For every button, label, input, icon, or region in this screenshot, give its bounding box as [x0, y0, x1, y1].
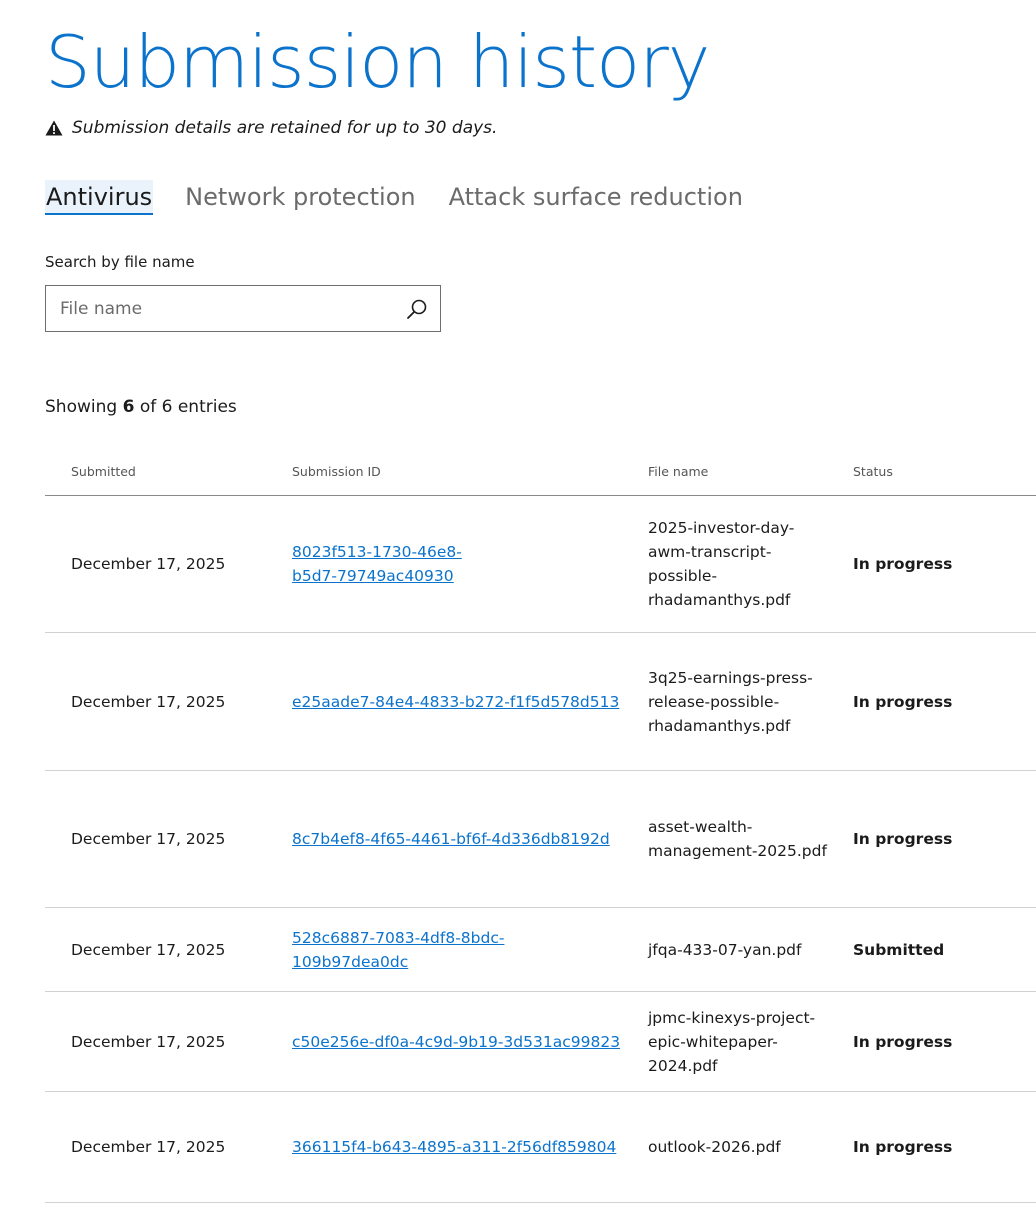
status-value: Submitted — [853, 907, 1036, 992]
retention-notice: Submission details are retained for up t… — [45, 118, 497, 138]
tab-antivirus[interactable]: Antivirus — [45, 180, 154, 215]
status-value: In progress — [853, 991, 1036, 1092]
table-row: December 17, 2025 e25aade7-84e4-4833-b27… — [45, 632, 1036, 771]
search-box — [45, 285, 441, 332]
file-name: outlook-2026.pdf — [648, 1138, 781, 1156]
entries-count-suffix: of 6 entries — [139, 397, 237, 417]
file-name: 2025-investor-day-awm-transcript-possibl… — [648, 519, 795, 609]
column-header-submitted[interactable]: Submitted — [45, 448, 292, 496]
entries-count-shown: 6 — [122, 397, 135, 417]
submission-id-line: 528c6887-7083-4df8-8bdc- — [292, 928, 505, 947]
column-header-status[interactable]: Status — [853, 448, 1036, 496]
submission-id-link[interactable]: 8c7b4ef8-4f65-4461-bf6f-4d336db8192d — [292, 830, 610, 848]
table-row: December 17, 2025 c50e256e-df0a-4c9d-9b1… — [45, 991, 1036, 1092]
submission-id-link[interactable]: 8023f513-1730-46e8- b5d7-79749ac40930 — [292, 543, 462, 585]
retention-notice-text: Submission details are retained for up t… — [72, 118, 498, 138]
table-row: December 17, 2025 528c6887-7083-4df8-8bd… — [45, 907, 1036, 992]
search-label: Search by file name — [45, 253, 195, 271]
search-icon[interactable] — [406, 298, 428, 320]
status-value: In progress — [853, 495, 1036, 633]
warning-icon — [45, 120, 63, 136]
submissions-table: Submitted Submission ID File name Status… — [45, 448, 1036, 1203]
submitted-date: December 17, 2025 — [45, 770, 292, 908]
submission-id-line: b5d7-79749ac40930 — [292, 567, 454, 585]
file-name: 3q25-earnings-press-release-possible-rha… — [648, 668, 813, 735]
table-row: December 17, 2025 8c7b4ef8-4f65-4461-bf6… — [45, 770, 1036, 908]
status-value: In progress — [853, 1091, 1036, 1203]
table-row: December 17, 2025 8023f513-1730-46e8- b5d… — [45, 495, 1036, 633]
column-header-submission-id[interactable]: Submission ID — [292, 448, 648, 496]
tab-attack-surface-reduction[interactable]: Attack surface reduction — [448, 180, 744, 215]
file-name: asset-wealth-management-2025.pdf — [648, 818, 827, 860]
status-value: In progress — [853, 770, 1036, 908]
submission-id-link[interactable]: 366115f4-b643-4895-a311-2f56df859804 — [292, 1138, 616, 1156]
file-name: jpmc-kinexys-project-epic-whitepaper-202… — [648, 1008, 816, 1075]
tab-network-protection[interactable]: Network protection — [184, 180, 416, 215]
submitted-date: December 17, 2025 — [45, 1091, 292, 1203]
submission-id-line: 8023f513-1730-46e8- — [292, 543, 462, 561]
submission-id-line: 109b97dea0dc — [292, 952, 409, 971]
submitted-date: December 17, 2025 — [45, 495, 292, 633]
table-row: December 17, 2025 366115f4-b643-4895-a31… — [45, 1091, 1036, 1203]
entries-count-prefix: Showing — [45, 397, 118, 417]
status-value: In progress — [853, 632, 1036, 771]
page-title: Submission history — [45, 20, 710, 104]
submission-id-link[interactable]: e25aade7-84e4-4833-b272-f1f5d578d513 — [292, 693, 619, 711]
search-input[interactable] — [46, 286, 386, 331]
submission-history-page: Submission history Submission details ar… — [0, 0, 1036, 1216]
submitted-date: December 17, 2025 — [45, 907, 292, 992]
column-header-file-name[interactable]: File name — [648, 448, 853, 496]
submitted-date: December 17, 2025 — [45, 632, 292, 771]
submission-id-link[interactable]: c50e256e-df0a-4c9d-9b19-3d531ac99823 — [292, 1033, 620, 1051]
file-name: jfqa-433-07-yan.pdf — [648, 940, 802, 959]
entries-count: Showing 6 of 6 entries — [45, 397, 237, 417]
table-header-row: Submitted Submission ID File name Status — [45, 448, 1036, 496]
submitted-date: December 17, 2025 — [45, 991, 292, 1092]
tab-bar: Antivirus Network protection Attack surf… — [45, 180, 775, 215]
submission-id-link[interactable]: 528c6887-7083-4df8-8bdc- 109b97dea0dc — [292, 929, 504, 971]
